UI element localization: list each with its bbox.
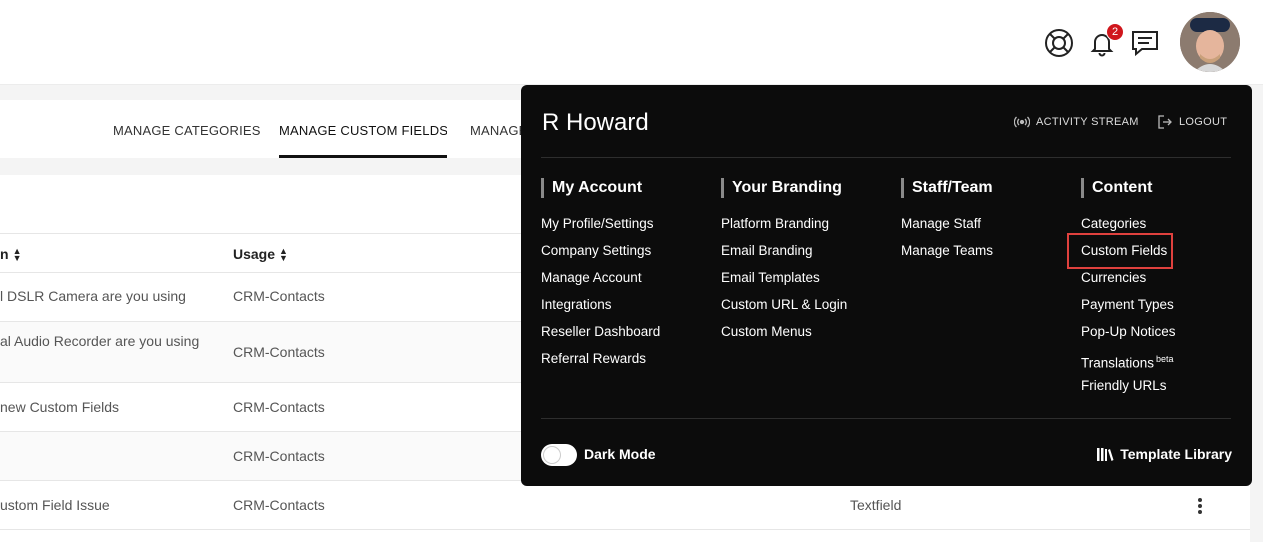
menu-column-content: Content Categories Custom Fields Currenc… <box>1067 178 1251 402</box>
menu-item-custom-fields[interactable]: Custom Fields <box>1067 233 1173 269</box>
menu-item-reseller-dashboard[interactable]: Reseller Dashboard <box>541 321 711 348</box>
menu-item-platform-branding[interactable]: Platform Branding <box>721 213 891 240</box>
sort-icon: ▲ ▼ <box>279 246 288 264</box>
logout-label: LOGOUT <box>1179 116 1228 128</box>
row-usage: CRM-Contacts <box>233 497 325 513</box>
bell-icon[interactable]: 2 <box>1086 23 1124 59</box>
row-usage: CRM-Contacts <box>233 399 325 415</box>
template-library-link[interactable]: Template Library <box>1096 446 1232 462</box>
lifebuoy-icon[interactable] <box>1043 27 1075 59</box>
broadcast-icon <box>1014 116 1030 128</box>
menu-item-payment-types[interactable]: Payment Types <box>1081 294 1251 321</box>
menu-item-integrations[interactable]: Integrations <box>541 294 711 321</box>
menu-item-manage-teams[interactable]: Manage Teams <box>901 240 1071 267</box>
row-name: l DSLR Camera are you using <box>0 288 186 304</box>
menu-item-currencies[interactable]: Currencies <box>1081 267 1251 294</box>
menu-item-custom-url-login[interactable]: Custom URL & Login <box>721 294 891 321</box>
sort-icon: ▲ ▼ <box>12 246 22 264</box>
menu-item-referral-rewards[interactable]: Referral Rewards <box>541 348 711 375</box>
menu-item-custom-menus[interactable]: Custom Menus <box>721 321 891 348</box>
books-icon <box>1097 448 1114 461</box>
chat-icon[interactable] <box>1129 27 1161 59</box>
column-heading: Content <box>1081 178 1251 198</box>
translations-label: Translations <box>1081 355 1155 371</box>
row-name: new Custom Fields <box>0 399 120 415</box>
top-header: 2 <box>0 0 1263 85</box>
menu-item-translations[interactable]: Translations beta <box>1081 348 1251 375</box>
beta-tag: beta <box>1156 354 1174 364</box>
menu-item-manage-staff[interactable]: Manage Staff <box>901 213 1071 240</box>
divider <box>541 157 1231 158</box>
row-usage: CRM-Contacts <box>233 288 325 304</box>
dark-mode-toggle[interactable] <box>541 444 577 466</box>
menu-item-pop-up-notices[interactable]: Pop-Up Notices <box>1081 321 1251 348</box>
avatar[interactable] <box>1180 12 1240 72</box>
divider <box>541 418 1231 419</box>
logout-icon <box>1158 115 1172 129</box>
user-name: R Howard <box>542 109 649 136</box>
column-heading: Staff/Team <box>901 178 1071 198</box>
tab-manage-categories[interactable]: MANAGE CATEGORIES <box>113 100 261 158</box>
column-heading: My Account <box>541 178 711 198</box>
activity-stream-label: ACTIVITY STREAM <box>1036 116 1139 128</box>
column-header-usage[interactable]: Usage ▲ ▼ <box>233 234 288 274</box>
menu-item-custom-fields-wrap: Custom Fields <box>1067 233 1251 269</box>
menu-item-friendly-urls[interactable]: Friendly URLs <box>1081 375 1251 402</box>
menu-item-my-profile[interactable]: My Profile/Settings <box>541 213 711 240</box>
activity-stream-link[interactable]: ACTIVITY STREAM <box>1014 115 1139 129</box>
menu-column-staff-team: Staff/Team Manage Staff Manage Teams <box>901 178 1071 267</box>
menu-item-email-branding[interactable]: Email Branding <box>721 240 891 267</box>
notification-badge: 2 <box>1106 23 1124 41</box>
row-name: al Audio Recorder are you using <box>0 333 200 349</box>
dark-mode-label: Dark Mode <box>584 446 656 462</box>
tab-manage-more[interactable]: MANAGE <box>470 100 521 158</box>
row-usage: CRM-Contacts <box>233 344 325 360</box>
menu-item-manage-account[interactable]: Manage Account <box>541 267 711 294</box>
logout-link[interactable]: LOGOUT <box>1157 115 1227 129</box>
template-library-label: Template Library <box>1120 446 1232 462</box>
tab-manage-custom-fields[interactable]: MANAGE CUSTOM FIELDS <box>279 100 447 158</box>
menu-column-your-branding: Your Branding Platform Branding Email Br… <box>721 178 891 348</box>
row-usage: CRM-Contacts <box>233 448 325 464</box>
menu-column-my-account: My Account My Profile/Settings Company S… <box>541 178 711 375</box>
column-header-name[interactable]: n ▲ ▼ <box>0 234 21 274</box>
menu-item-email-templates[interactable]: Email Templates <box>721 267 891 294</box>
row-type: Textfield <box>850 497 902 513</box>
row-name: ustom Field Issue <box>0 497 110 513</box>
menu-item-company-settings[interactable]: Company Settings <box>541 240 711 267</box>
row-actions-kebab-icon[interactable] <box>1195 497 1205 515</box>
column-heading: Your Branding <box>721 178 891 198</box>
account-dropdown-menu: R Howard ACTIVITY STREAM LOGOUT My Accou… <box>521 85 1252 486</box>
table-row[interactable]: ustom Field Issue CRM-Contacts Textfield <box>0 481 1250 530</box>
